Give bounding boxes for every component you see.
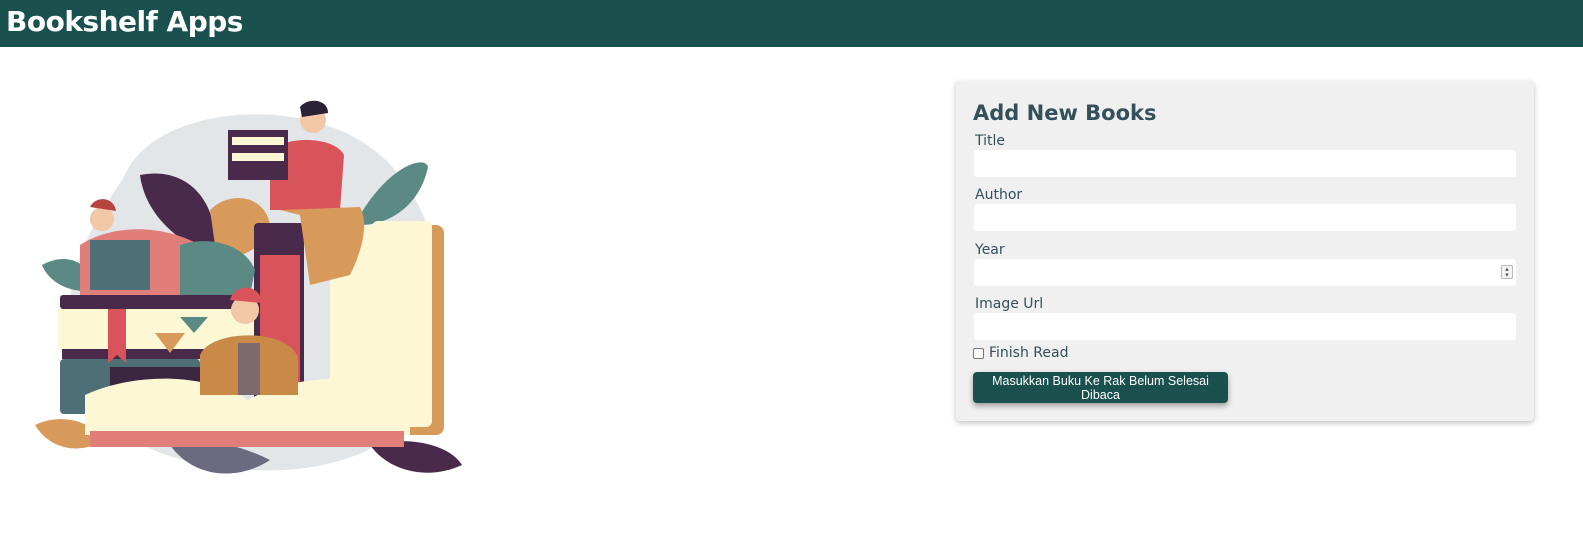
title-input[interactable] [974, 150, 1516, 177]
year-label: Year [975, 242, 1005, 258]
finish-read-row: Finish Read [973, 345, 1068, 361]
reading-illustration [35, 100, 462, 474]
image-url-label: Image Url [975, 296, 1044, 312]
app-header: Bookshelf Apps [0, 0, 1583, 47]
finish-read-checkbox[interactable] [973, 347, 984, 359]
year-spinner-icon[interactable]: ▴ ▾ [1501, 265, 1513, 279]
author-label: Author [975, 187, 1023, 203]
year-input[interactable]: ▴ ▾ [974, 259, 1516, 286]
author-input[interactable] [974, 204, 1516, 231]
finish-read-label: Finish Read [989, 345, 1069, 361]
add-book-form: Add New Books Title Author Year ▴ ▾ Image… [956, 81, 1534, 421]
image-url-input[interactable] [974, 313, 1516, 340]
title-label: Title [975, 133, 1006, 149]
submit-book-button[interactable]: Masukkan Buku Ke Rak Belum Selesai Dibac… [973, 372, 1228, 403]
form-heading: Add New Books [973, 101, 1157, 125]
app-title: Bookshelf Apps [6, 5, 243, 38]
